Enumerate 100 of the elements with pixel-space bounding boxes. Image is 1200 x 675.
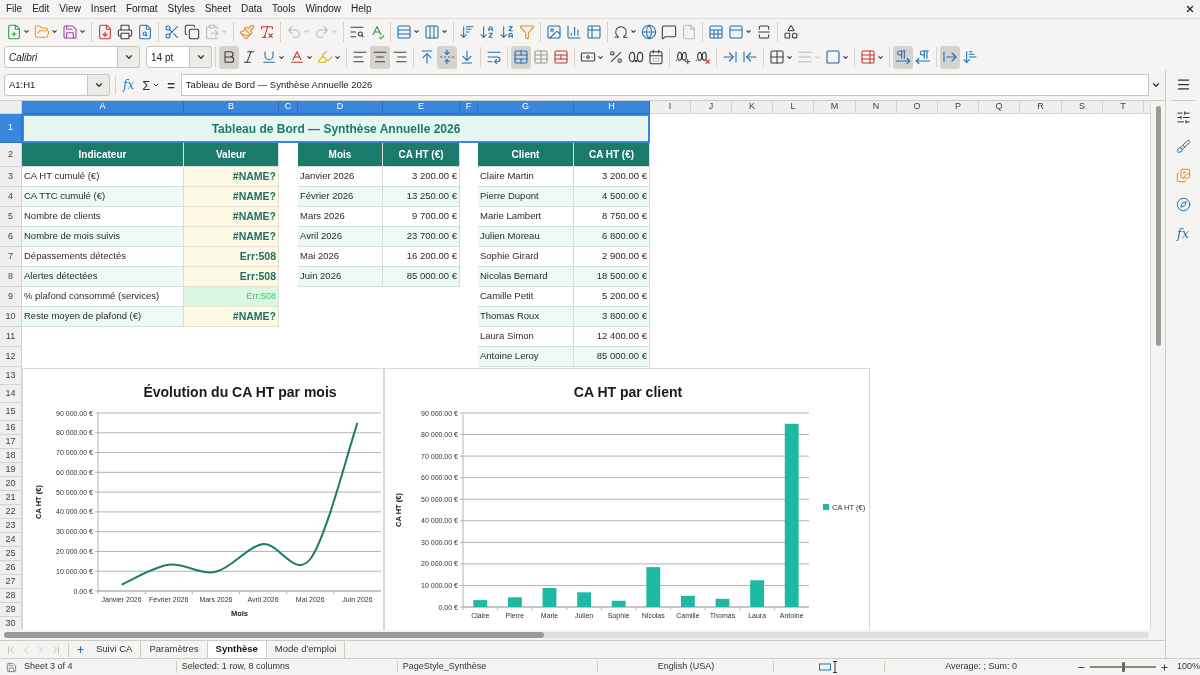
row-header[interactable]: 10 bbox=[0, 307, 22, 327]
fold-vertical-icon bbox=[439, 49, 455, 65]
column-header[interactable]: A bbox=[22, 101, 184, 114]
row-header[interactable]: 9 bbox=[0, 287, 22, 307]
sheet-tab[interactable]: Mode d'emploi bbox=[266, 641, 346, 658]
column-header[interactable]: E bbox=[383, 101, 460, 114]
align-middle-button[interactable] bbox=[437, 45, 457, 69]
left-to-right-button[interactable] bbox=[893, 45, 913, 69]
column-header[interactable]: R bbox=[1020, 101, 1062, 114]
font-size-field[interactable]: 14 pt bbox=[146, 46, 190, 68]
bar bbox=[681, 595, 695, 607]
column-header[interactable]: J bbox=[691, 101, 732, 114]
row-header[interactable]: 17 bbox=[0, 435, 22, 449]
row-header[interactable]: 3 bbox=[0, 167, 22, 187]
row-header[interactable]: 29 bbox=[0, 603, 22, 617]
row-header[interactable]: 5 bbox=[0, 207, 22, 227]
column-header[interactable]: G bbox=[478, 101, 574, 114]
row-header[interactable]: 22 bbox=[0, 505, 22, 519]
row-header[interactable]: 7 bbox=[0, 247, 22, 267]
table-cell: Février 2026 bbox=[298, 187, 383, 207]
name-box-dropdown-button[interactable] bbox=[88, 74, 110, 96]
formula-input-field[interactable]: Tableau de Bord — Synthèse Annuelle 2026 bbox=[180, 74, 1149, 96]
column-header[interactable]: S bbox=[1062, 101, 1103, 114]
menu-item[interactable]: Styles bbox=[162, 0, 200, 18]
align-center-button[interactable] bbox=[370, 45, 390, 69]
table-cell: Err:508 bbox=[184, 287, 279, 307]
column-header[interactable]: L bbox=[773, 101, 814, 114]
column-header[interactable]: O bbox=[897, 101, 938, 114]
row-header[interactable]: 30 bbox=[0, 617, 22, 630]
column-header[interactable]: H bbox=[574, 101, 650, 114]
row-header[interactable]: 8 bbox=[0, 267, 22, 287]
row-header[interactable]: 28 bbox=[0, 589, 22, 603]
menu-item[interactable]: Help bbox=[346, 0, 377, 18]
menu-item[interactable]: Tools bbox=[267, 0, 301, 18]
zoom-slider-thumb[interactable] bbox=[1121, 662, 1125, 672]
menu-item[interactable]: Window bbox=[300, 0, 346, 18]
row-header[interactable]: 21 bbox=[0, 491, 22, 505]
row-header[interactable]: 20 bbox=[0, 477, 22, 491]
row-header[interactable]: 13 bbox=[0, 367, 22, 385]
zoom-level-text[interactable]: 100% bbox=[1177, 660, 1200, 674]
merge-center-button[interactable] bbox=[511, 45, 531, 69]
font-name-dropdown-button[interactable] bbox=[118, 46, 140, 68]
scrollbar-thumb[interactable] bbox=[1155, 106, 1161, 346]
text-horizontal-button[interactable] bbox=[940, 45, 960, 69]
row-header[interactable]: 23 bbox=[0, 519, 22, 533]
column-header[interactable]: P bbox=[938, 101, 979, 114]
column-header[interactable]: D bbox=[298, 101, 383, 114]
column-header[interactable]: Q bbox=[979, 101, 1020, 114]
menu-item[interactable]: File bbox=[1, 0, 28, 18]
column-header[interactable]: F bbox=[460, 101, 478, 114]
row-header[interactable]: 11 bbox=[0, 327, 22, 347]
column-header[interactable]: C bbox=[279, 101, 298, 114]
column-header[interactable]: K bbox=[732, 101, 773, 114]
table-cell: 4 500.00 € bbox=[574, 187, 650, 207]
italic-icon bbox=[241, 49, 257, 65]
row-header[interactable]: 14 bbox=[0, 385, 22, 403]
row-header[interactable]: 1 bbox=[0, 114, 22, 143]
close-document-button[interactable] bbox=[1185, 4, 1195, 14]
row-header[interactable]: 18 bbox=[0, 449, 22, 463]
table-cell: 13 250.00 € bbox=[383, 187, 460, 207]
column-header[interactable]: B bbox=[184, 101, 279, 114]
column-header[interactable]: T bbox=[1103, 101, 1144, 114]
row-header[interactable]: 12 bbox=[0, 347, 22, 367]
function-wizard-button[interactable]: fx bbox=[121, 79, 137, 91]
name-box-field[interactable]: A1:H1 bbox=[4, 74, 88, 96]
menu-item[interactable]: Data bbox=[235, 0, 268, 18]
horizontal-scrollbar[interactable] bbox=[4, 632, 1149, 638]
row-header[interactable]: 19 bbox=[0, 463, 22, 477]
font-name-field[interactable]: Calibri bbox=[4, 46, 118, 68]
column-header[interactable]: I bbox=[650, 101, 691, 114]
menu-item[interactable]: View bbox=[54, 0, 86, 18]
font-size-dropdown-button[interactable] bbox=[190, 46, 212, 68]
row-header[interactable]: 16 bbox=[0, 421, 22, 435]
row-header[interactable]: 27 bbox=[0, 575, 22, 589]
formula-button[interactable]: = bbox=[165, 78, 177, 92]
sheet-tab[interactable]: Suivi CA bbox=[88, 641, 142, 658]
bold-button[interactable] bbox=[219, 45, 239, 69]
menu-item[interactable]: Format bbox=[120, 0, 163, 18]
row-header[interactable]: 6 bbox=[0, 227, 22, 247]
row-header[interactable]: 4 bbox=[0, 187, 22, 207]
sheet-tab[interactable]: Paramètres bbox=[141, 641, 208, 658]
menu-item[interactable]: Insert bbox=[85, 0, 121, 18]
menu-item[interactable]: Edit bbox=[27, 0, 55, 18]
functions-button[interactable]: fx bbox=[1173, 223, 1193, 243]
row-header[interactable]: 25 bbox=[0, 547, 22, 561]
column-header[interactable]: M bbox=[814, 101, 856, 114]
copy-icon bbox=[184, 23, 200, 40]
row-header[interactable]: 24 bbox=[0, 533, 22, 547]
table-cell: 2 900.00 € bbox=[574, 247, 650, 267]
square-icon bbox=[825, 49, 841, 65]
column-header[interactable]: N bbox=[856, 101, 897, 114]
zoom-in-button[interactable] bbox=[1160, 662, 1169, 672]
menu-item[interactable]: Sheet bbox=[199, 0, 236, 18]
sum-button[interactable]: Σ bbox=[140, 78, 163, 92]
row-header[interactable]: 15 bbox=[0, 403, 22, 421]
row-header[interactable]: 2 bbox=[0, 143, 22, 167]
funnel-icon bbox=[519, 23, 535, 40]
scrollbar-thumb[interactable] bbox=[4, 632, 544, 638]
sheet-tab[interactable]: Synthèse bbox=[207, 641, 267, 658]
row-header[interactable]: 26 bbox=[0, 561, 22, 575]
